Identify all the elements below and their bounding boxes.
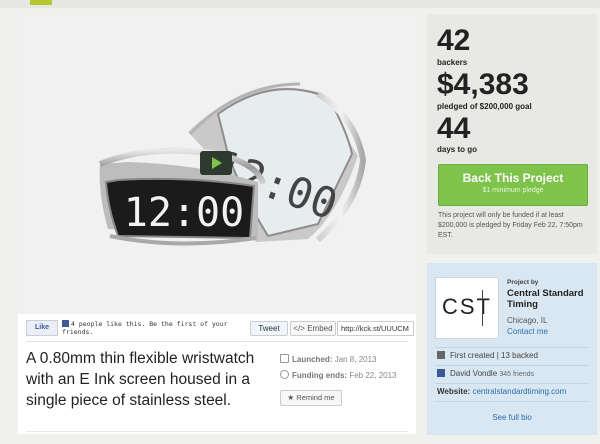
watch-face-front-text: 12:00 [124,190,244,236]
divider [435,347,589,348]
backed-count-link[interactable]: 13 backed [501,351,538,360]
launched-info: Launched: Jan 8, 2013 [280,354,377,364]
embed-button[interactable]: </> Embed [290,321,336,336]
facebook-row: David Vondle 345 friends [437,369,534,378]
back-button-title: Back This Project [462,171,564,185]
fb-like-count-text: 4 people like this. Be the first of your… [62,320,228,336]
pledged-amount: $4,383 [437,68,529,101]
project-video[interactable]: 12:00 12:00 [18,14,416,314]
project-blurb: A 0.80mm thin flexible wristwatch with a… [26,350,255,409]
facebook-icon [437,369,445,377]
facebook-like-text: 4 people like this. Be the first of your… [62,320,232,336]
back-button-subtitle: $1 minimum pledge [482,187,544,194]
launched-value: Jan 8, 2013 [334,355,377,364]
website-label: Website: [437,387,471,396]
creator-location: Chicago, IL [507,316,548,325]
top-tab-indicator[interactable] [30,0,52,5]
main-column: 12:00 12:00 Like 4 people like this. Be … [18,14,416,434]
divider [435,365,589,366]
stats-panel: 42 backers $4,383 pledged of $200,000 go… [427,14,597,254]
creator-name[interactable]: Central Standard Timing [507,288,595,310]
days-count: 44 [437,112,471,145]
star-icon: ★ [287,393,295,402]
kickstarter-icon [437,351,445,359]
logo-divider [482,290,483,326]
like-label: Like [34,324,49,331]
tweet-button[interactable]: Tweet [250,321,288,336]
backers-label: backers [437,58,468,67]
divider [435,401,589,402]
facebook-name-link[interactable]: David Vondle [450,369,497,378]
divider [435,383,589,384]
project-by-label: Project by [507,279,539,286]
days-label: days to go [437,145,478,154]
website-row: Website: centralstandardtiming.com [437,387,566,396]
funding-note: This project will only be funded if at l… [438,212,583,239]
facebook-icon [62,320,69,327]
short-url-field[interactable]: http://kck.st/UUUCM [337,321,414,336]
funding-ends-value: Feb 22, 2013 [349,371,397,380]
creator-panel: CST Project by Central Standard Timing C… [427,263,597,435]
creator-logo-text: CST [442,294,492,319]
backers-count: 42 [437,24,471,57]
creator-logo[interactable]: CST [435,277,499,339]
remind-label: Remind me [296,393,335,402]
launched-label: Launched: [292,355,333,364]
play-button[interactable] [200,151,232,175]
first-created-text: First created [450,351,495,360]
top-bar [0,0,600,8]
code-icon: </> [293,324,305,333]
social-bar: Like 4 people like this. Be the first of… [18,316,416,340]
divider [26,341,408,342]
back-this-project-button[interactable]: Back This Project $1 minimum pledge [438,164,588,206]
clock-icon [280,370,289,379]
calendar-icon [280,354,289,363]
facebook-friends-count: 345 friends [499,371,535,378]
created-backed-row: First created | 13 backed [437,351,538,360]
divider [26,431,408,432]
funding-ends-label: Funding ends: [292,371,348,380]
contact-me-link[interactable]: Contact me [507,327,548,336]
tweet-label: Tweet [258,324,280,333]
website-link[interactable]: centralstandardtiming.com [472,387,566,396]
embed-label: Embed [307,324,333,333]
funding-ends-info: Funding ends: Feb 22, 2013 [280,370,397,380]
see-full-bio-link[interactable]: See full bio [427,413,597,422]
facebook-like-button[interactable]: Like [26,320,58,336]
remind-me-button[interactable]: ★ Remind me [280,390,342,406]
pledged-label: pledged of $200,000 goal [437,102,532,111]
